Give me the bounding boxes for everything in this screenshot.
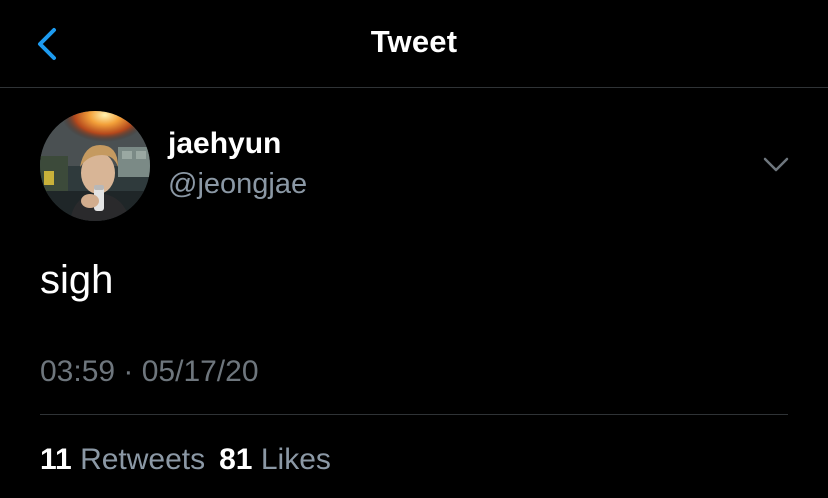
retweets-count: 11: [40, 443, 72, 476]
tweet-timestamp[interactable]: 03:59 · 05/17/20: [40, 355, 259, 389]
likes-stat[interactable]: 81 Likes: [219, 443, 331, 476]
author-handle[interactable]: @jeongjae: [168, 168, 307, 201]
more-options-button[interactable]: [756, 150, 796, 180]
avatar[interactable]: [40, 111, 150, 221]
top-bar: Tweet: [0, 0, 828, 88]
profile-photo: [40, 111, 150, 221]
retweets-stat[interactable]: 11 Retweets: [40, 443, 205, 476]
divider: [40, 414, 788, 415]
tweet-stats: 11 Retweets 81 Likes: [40, 443, 331, 477]
likes-count: 81: [219, 443, 253, 476]
tweet-text: sigh: [40, 258, 114, 302]
retweets-label: Retweets: [80, 443, 206, 476]
chevron-down-icon: [763, 157, 789, 172]
page-title: Tweet: [370, 24, 458, 59]
author-display-name[interactable]: jaehyun: [168, 127, 281, 161]
likes-label: Likes: [260, 443, 331, 476]
